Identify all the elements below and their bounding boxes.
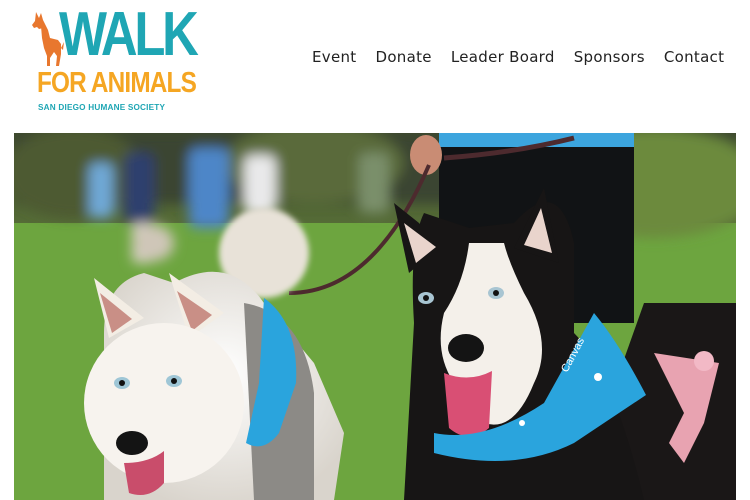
main-navigation: Event Donate Leader Board Sponsors Conta… xyxy=(312,48,724,66)
hero-image: Canvas xyxy=(14,133,736,500)
nav-contact[interactable]: Contact xyxy=(664,48,724,66)
hero-photo-huskies: Canvas xyxy=(14,133,736,500)
site-header: WALK FOR ANIMALS SAN DIEGO HUMANE SOCIET… xyxy=(0,0,750,120)
nav-donate[interactable]: Donate xyxy=(375,48,431,66)
nav-leader-board[interactable]: Leader Board xyxy=(451,48,555,66)
logo-walk-text: WALK xyxy=(59,0,199,69)
logo-organization-text: SAN DIEGO HUMANE SOCIETY xyxy=(38,103,166,112)
nav-sponsors[interactable]: Sponsors xyxy=(574,48,645,66)
walk-for-animals-logo[interactable]: WALK FOR ANIMALS SAN DIEGO HUMANE SOCIET… xyxy=(30,4,199,116)
logo-for-animals-text: FOR ANIMALS xyxy=(37,67,197,99)
nav-event[interactable]: Event xyxy=(312,48,356,66)
